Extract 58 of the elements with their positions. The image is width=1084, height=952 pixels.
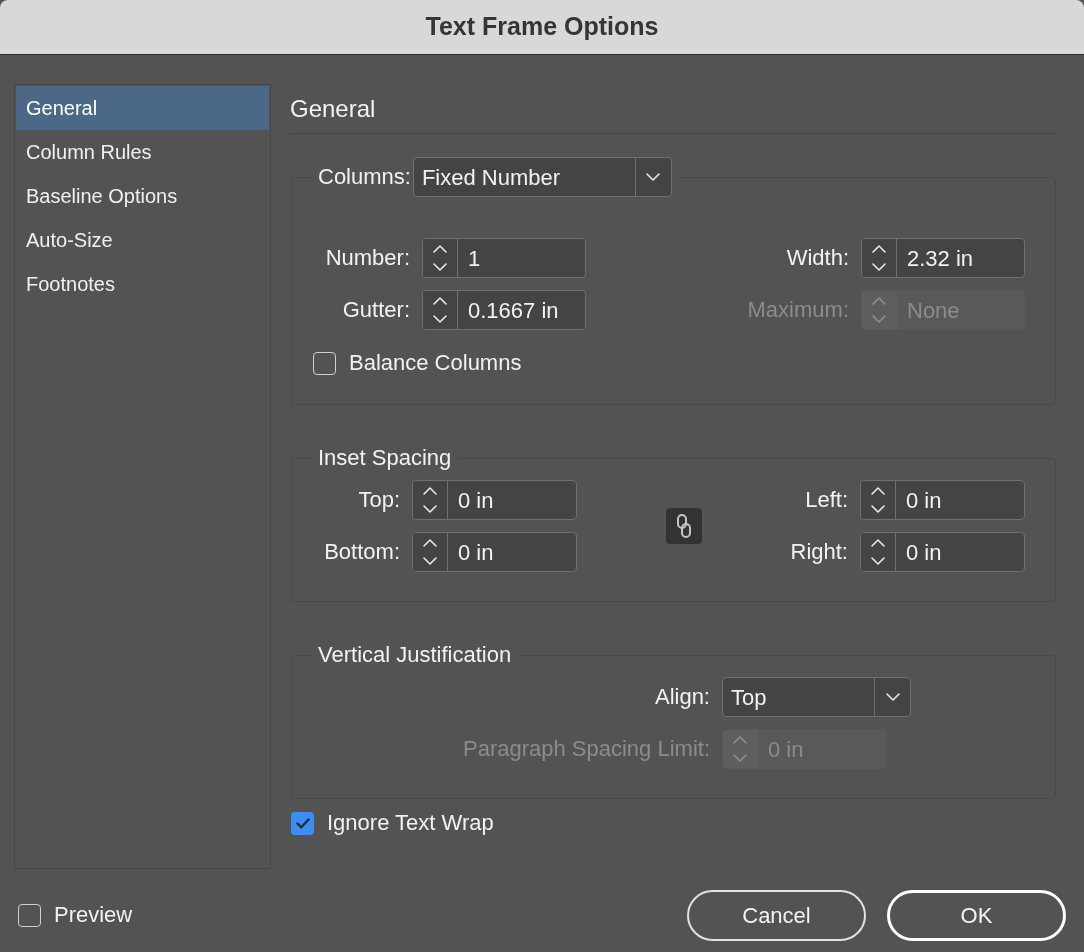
sidebar-item[interactable]: Auto-Size xyxy=(16,218,269,262)
checkmark-icon xyxy=(295,817,310,829)
number-field[interactable]: 1 xyxy=(422,238,586,278)
panel-heading: General xyxy=(290,93,376,124)
field-label: Left: xyxy=(804,487,848,513)
field-label: Top: xyxy=(357,487,400,513)
chevron-up-down-icon xyxy=(733,736,747,762)
field-label: Maximum: xyxy=(746,297,849,323)
sidebar-item[interactable]: Column Rules xyxy=(16,130,269,174)
sidebar-item[interactable]: Baseline Options xyxy=(16,174,269,218)
window-title: Text Frame Options xyxy=(425,11,659,43)
sidebar-item[interactable]: General xyxy=(16,86,269,130)
stepper-button[interactable] xyxy=(413,533,448,571)
chevron-down-icon xyxy=(646,173,661,181)
checkbox-label: Ignore Text Wrap xyxy=(327,810,494,836)
chevron-up-down-icon xyxy=(423,539,437,565)
checkbox[interactable] xyxy=(18,903,41,927)
number-field[interactable]: 0.1667 in xyxy=(422,290,586,330)
dialog-button[interactable]: Cancel xyxy=(687,889,866,941)
number-field[interactable]: 0 in xyxy=(860,480,1025,520)
stepper-button[interactable] xyxy=(862,239,897,277)
group-title: Vertical Justification xyxy=(318,642,512,667)
chain-link-icon xyxy=(677,514,691,538)
chevron-up-down-icon xyxy=(433,297,447,323)
checkbox[interactable] xyxy=(313,351,336,375)
checkbox-label: Preview xyxy=(54,902,133,928)
chevron-up-down-icon xyxy=(871,487,885,513)
chevron-up-down-icon xyxy=(423,487,437,513)
stepper-button[interactable] xyxy=(423,291,458,329)
number-field[interactable]: 0 in xyxy=(412,480,577,520)
chevron-up-down-icon xyxy=(872,245,886,271)
number-field[interactable]: 2.32 in xyxy=(861,238,1025,278)
sidebar-item[interactable]: Footnotes xyxy=(16,262,269,306)
chevron-up-down-icon xyxy=(871,539,885,565)
chevron-down-icon xyxy=(885,693,900,701)
field-label: Right: xyxy=(790,539,848,565)
field-label: Paragraph Spacing Limit: xyxy=(461,736,710,762)
field-label: Bottom: xyxy=(323,539,400,565)
dropdown[interactable]: Top xyxy=(722,677,911,717)
stepper-button[interactable] xyxy=(861,533,896,571)
dialog-button[interactable]: OK xyxy=(887,889,1066,941)
number-field[interactable]: 0 in xyxy=(412,532,577,572)
checkbox[interactable] xyxy=(291,811,314,835)
field-label: Width: xyxy=(785,245,849,271)
chevron-up-down-icon xyxy=(433,245,447,271)
checkbox-label: Balance Columns xyxy=(349,350,522,376)
field-label: Number: xyxy=(324,245,410,271)
chevron-up-down-icon xyxy=(872,297,886,323)
stepper-button[interactable] xyxy=(423,239,458,277)
stepper-button[interactable] xyxy=(861,481,896,519)
field-label: Columns: xyxy=(318,164,411,190)
dropdown[interactable]: Fixed Number xyxy=(412,157,672,197)
number-field[interactable]: 0 in xyxy=(860,532,1025,572)
field-label: Gutter: xyxy=(341,297,410,323)
field-label: Align: xyxy=(653,684,710,710)
stepper-button[interactable] xyxy=(413,481,448,519)
group-title: Inset Spacing xyxy=(318,445,452,470)
link-button[interactable] xyxy=(666,508,702,544)
